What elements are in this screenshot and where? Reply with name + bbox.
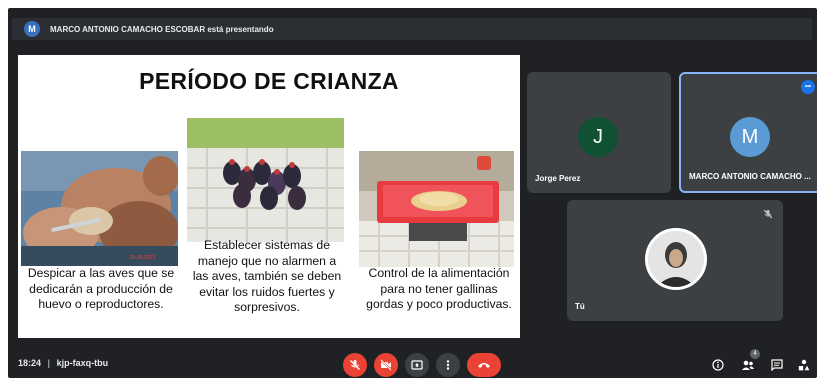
photo-feed-tray [359, 151, 514, 267]
people-count-badge: 4 [750, 349, 760, 359]
participant-name: Tú [575, 302, 585, 311]
participant-name: Jorge Perez [535, 174, 581, 183]
more-icon [446, 360, 450, 370]
caption-1: Despicar a las aves que se dedicarán a p… [27, 266, 175, 311]
slide-title: PERÍODO DE CRIANZA [139, 68, 399, 94]
participant-tile-you[interactable]: Tú [567, 200, 783, 321]
info-icon[interactable] [712, 358, 724, 376]
avatar: M [730, 117, 770, 157]
bottom-bar: 18:24 | kjp-faxq-tbu 4 [8, 344, 817, 378]
speaking-badge: ••• [801, 80, 815, 94]
mic-off-button[interactable] [343, 353, 367, 377]
caption-3: Control de la alimentación para no tener… [366, 266, 512, 311]
meeting-code: kjp-faxq-tbu [56, 358, 109, 368]
present-button[interactable] [405, 353, 429, 377]
meeting-time: 18:24 [18, 358, 42, 368]
photo-chicks-crates [187, 118, 344, 242]
presenter-avatar: M [24, 21, 40, 37]
activities-icon[interactable] [798, 358, 810, 376]
avatar-photo [645, 228, 707, 290]
presenter-text: MARCO ANTONIO CAMACHO ESCOBAR está prese… [50, 24, 274, 34]
present-icon [411, 360, 423, 370]
people-icon[interactable] [741, 358, 755, 376]
more-options-button[interactable] [436, 353, 460, 377]
avatar: J [578, 117, 618, 157]
camera-off-icon [380, 359, 392, 371]
caption-2: Establecer sistemas de manejo que no ala… [192, 238, 342, 314]
photo-date: 26.06.2013 [130, 255, 156, 261]
chat-icon[interactable] [771, 358, 783, 376]
camera-off-button[interactable] [374, 353, 398, 377]
meet-window: M MARCO ANTONIO CAMACHO ESCOBAR está pre… [8, 8, 817, 378]
hangup-icon [478, 363, 490, 368]
muted-icon [763, 206, 773, 224]
shared-slide: PERÍODO DE CRIANZA 26.06.2013 Despicar a… [18, 55, 520, 338]
hangup-button[interactable] [467, 353, 501, 377]
participant-tile-jorge[interactable]: J Jorge Perez [527, 72, 671, 193]
mic-off-icon [350, 360, 360, 370]
participant-tile-marco[interactable]: ••• M MARCO ANTONIO CAMACHO ... [679, 72, 817, 193]
participant-name: MARCO ANTONIO CAMACHO ... [689, 172, 811, 181]
meeting-time-code: 18:24 | kjp-faxq-tbu [18, 358, 109, 368]
photo-debeaking [21, 151, 178, 266]
presenter-banner: M MARCO ANTONIO CAMACHO ESCOBAR está pre… [12, 18, 812, 40]
